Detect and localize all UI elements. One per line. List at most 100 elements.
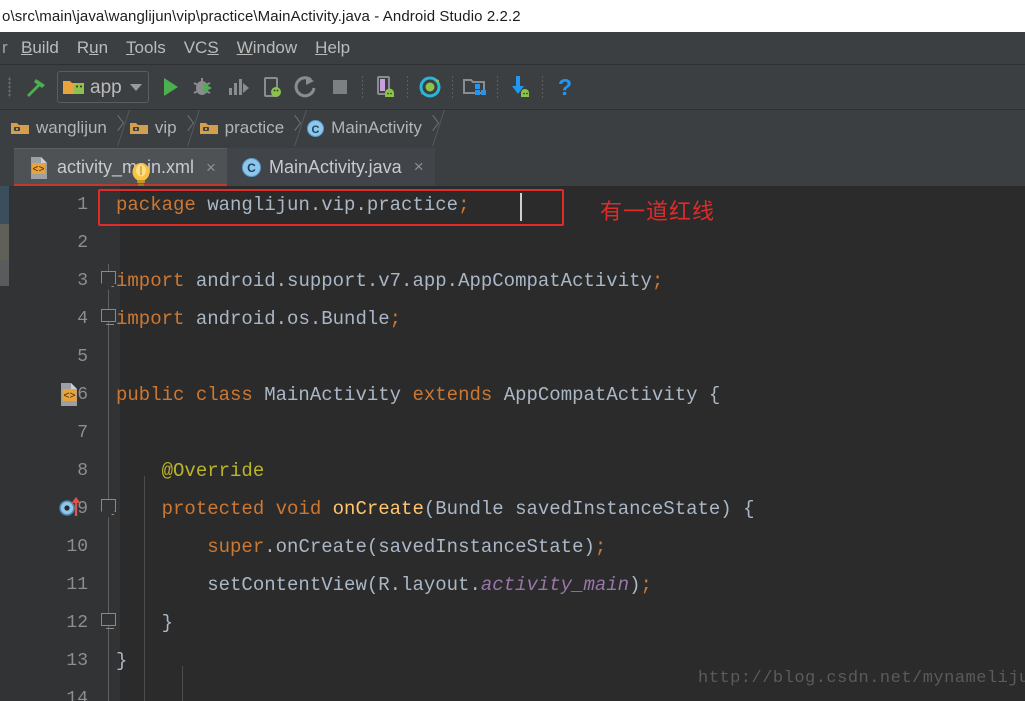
android-studio-window: o\src\main\java\wanglijun\vip\practice\M… — [0, 0, 1025, 701]
svg-text:<>: <> — [63, 392, 75, 403]
menu-item-truncated[interactable]: r — [2, 38, 12, 58]
breadcrumb-label: wanglijun — [36, 118, 107, 137]
svg-text:?: ? — [558, 74, 572, 100]
run-coverage-icon[interactable] — [221, 71, 255, 103]
line-number: 3 — [77, 271, 88, 291]
breadcrumb-separator — [174, 110, 200, 146]
class-icon: C — [307, 119, 325, 137]
breadcrumb-item-mainactivity[interactable]: C MainActivity — [300, 110, 424, 146]
tab-bar-lead — [0, 146, 14, 186]
project-structure-icon[interactable] — [458, 71, 492, 103]
breadcrumb-item-vip[interactable]: vip — [123, 110, 179, 146]
close-icon[interactable]: × — [206, 158, 216, 178]
line-content: package wanglijun.vip.practice; — [116, 194, 470, 216]
breadcrumb-item-wanglijun[interactable]: wanglijun — [4, 110, 109, 146]
close-icon[interactable]: × — [414, 157, 424, 177]
avd-manager-icon[interactable] — [368, 71, 402, 103]
line-content: public class MainActivity extends AppCom… — [116, 384, 721, 406]
module-selector[interactable]: app — [57, 71, 149, 103]
svg-text:C: C — [312, 124, 320, 136]
menu-item-run[interactable]: Run — [68, 36, 117, 60]
code-line[interactable]: 5 — [0, 338, 1025, 376]
line-number: 10 — [66, 537, 88, 557]
folder-icon — [199, 123, 218, 134]
fold-marker-import[interactable] — [100, 300, 118, 338]
toolbar-separator — [541, 76, 543, 98]
line-number: 4 — [77, 309, 88, 329]
toolbar-separator — [361, 76, 363, 98]
fold-marker-oncreate-start[interactable] — [100, 490, 118, 528]
svg-text:<>: <> — [32, 165, 44, 176]
line-content: protected void onCreate(Bundle savedInst… — [116, 498, 755, 520]
line-content: import android.os.Bundle; — [116, 308, 402, 330]
tab-activity-main-xml[interactable]: <> activity_main.xml × — [14, 148, 227, 186]
build-hammer-icon[interactable] — [19, 71, 53, 103]
menu-item-tools[interactable]: Tools — [117, 36, 175, 60]
related-xml-layout-icon[interactable]: <> — [58, 382, 82, 413]
sync-gradle-icon[interactable] — [413, 71, 447, 103]
breadcrumb: wanglijun vip practice C MainActivity — [0, 110, 1025, 146]
code-line[interactable]: 9 protected void onCreate(Bundle savedIn… — [0, 490, 1025, 528]
line-number: 13 — [66, 651, 88, 671]
watermark-text: http://blog.csdn.net/mynamelijun — [698, 669, 1025, 688]
breadcrumb-separator — [419, 110, 445, 146]
breadcrumb-label: practice — [224, 118, 285, 137]
menu-item-build[interactable]: Build — [12, 36, 68, 60]
sdk-manager-icon[interactable] — [503, 71, 537, 103]
breadcrumb-separator — [105, 110, 130, 146]
toolbar-separator — [406, 76, 408, 98]
code-line[interactable]: 4 import android.os.Bundle; — [0, 300, 1025, 338]
attach-debugger-icon[interactable] — [255, 71, 289, 103]
main-toolbar: app ? — [0, 65, 1025, 110]
module-selector-label: app — [90, 76, 122, 98]
toolbar-separator — [451, 76, 453, 98]
code-line[interactable]: 6 public class MainActivity extends AppC… — [0, 376, 1025, 414]
menu-item-help[interactable]: Help — [306, 36, 359, 60]
code-line[interactable]: 7 — [0, 414, 1025, 452]
code-line[interactable]: 10 super.onCreate(savedInstanceState); — [0, 528, 1025, 566]
tab-mainactivity-java[interactable]: C MainActivity.java × — [226, 148, 435, 186]
tab-label: MainActivity.java — [268, 156, 402, 177]
code-editor[interactable]: 1 package wanglijun.vip.practice; 2 3 im… — [0, 186, 1025, 701]
menu-item-vcs[interactable]: VCS — [175, 36, 228, 60]
breadcrumb-separator — [282, 110, 308, 146]
line-content: super.onCreate(savedInstanceState); — [207, 536, 607, 558]
debug-icon[interactable] — [187, 71, 221, 103]
fold-marker-imports[interactable] — [100, 262, 118, 300]
folder-icon — [11, 123, 29, 134]
tab-label: activity_main.xml — [57, 157, 195, 177]
run-icon[interactable] — [153, 71, 187, 103]
code-line[interactable]: 2 — [0, 224, 1025, 262]
code-line[interactable]: 8 @Override — [0, 452, 1025, 490]
stop-icon[interactable] — [323, 71, 357, 103]
fold-marker-oncreate-end[interactable] — [100, 604, 118, 642]
code-line[interactable]: 3 import android.support.v7.app.AppCompa… — [0, 262, 1025, 300]
breadcrumb-label: vip — [154, 118, 177, 137]
overriding-method-icon[interactable] — [58, 494, 84, 525]
chevron-down-icon[interactable] — [129, 83, 142, 91]
intention-bulb-icon[interactable] — [128, 160, 154, 195]
class-icon: C — [241, 157, 261, 177]
toolbar-separator — [496, 76, 498, 98]
text-caret — [520, 193, 522, 221]
toolbar-drag-handle[interactable] — [6, 76, 15, 98]
rerun-icon[interactable] — [289, 71, 323, 103]
menu-item-window[interactable]: Window — [228, 36, 306, 60]
line-number: 12 — [66, 613, 88, 633]
code-line[interactable]: 12 } — [0, 604, 1025, 642]
line-number: 11 — [66, 575, 88, 595]
help-icon[interactable]: ? — [548, 71, 582, 103]
breadcrumb-item-practice[interactable]: practice — [193, 110, 287, 146]
line-number: 8 — [77, 461, 88, 481]
line-content: } — [116, 650, 128, 672]
code-line[interactable]: 11 setContentView(R.layout.activity_main… — [0, 566, 1025, 604]
line-content: import android.support.v7.app.AppCompatA… — [116, 270, 664, 292]
line-content: } — [116, 612, 174, 634]
line-number: 14 — [66, 689, 88, 701]
line-number: 2 — [77, 233, 88, 253]
breadcrumb-label: MainActivity — [331, 118, 422, 137]
title-bar: o\src\main\java\wanglijun\vip\practice\M… — [0, 0, 1025, 32]
menu-bar: r Build Run Tools VCS Window Help — [0, 32, 1025, 65]
xml-layout-icon: <> — [31, 156, 47, 179]
line-number: 5 — [77, 347, 88, 367]
